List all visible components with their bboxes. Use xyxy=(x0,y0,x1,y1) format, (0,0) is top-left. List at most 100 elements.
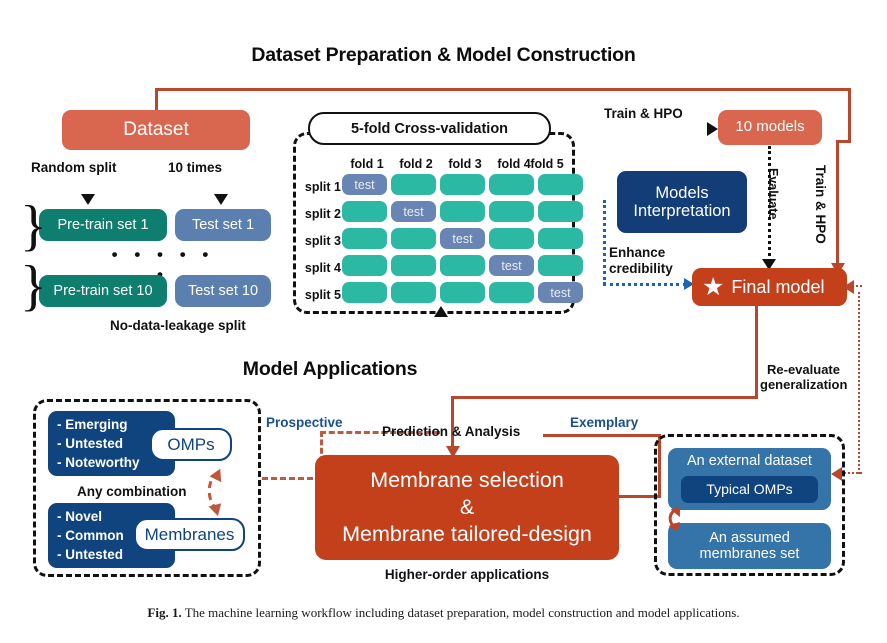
cross-validation-pill: 5-fold Cross-validation xyxy=(308,112,551,145)
no-leakage-riser xyxy=(439,316,442,340)
any-combination-arrows-icon xyxy=(207,468,222,517)
omps-tag-1: - Untested xyxy=(57,436,124,451)
enhance-dotted-vertical xyxy=(603,200,606,285)
sets-brace-upper: } xyxy=(20,195,47,257)
train-hpo-arrow-line xyxy=(575,127,709,130)
any-combination-label: Any combination xyxy=(77,484,187,499)
test-set-1-box[interactable]: Test set 1 xyxy=(175,209,271,241)
exemplary-line-top xyxy=(543,434,661,438)
figure-caption-label: Fig. 1. xyxy=(147,605,182,620)
application-line-1: Membrane selection xyxy=(370,468,564,493)
train-hpo-arrowhead xyxy=(707,122,718,136)
cv-cell-train xyxy=(391,282,436,303)
application-line-3: Membrane tailored-design xyxy=(342,521,592,546)
enhance-credibility-line-1: Enhance xyxy=(609,245,666,260)
membranes-tag-0: - Novel xyxy=(57,509,103,524)
reevaluate-arrowhead-final xyxy=(843,280,854,294)
cv-cell-test: test xyxy=(538,282,583,303)
cv-cell-train xyxy=(391,228,436,249)
no-leakage-bar xyxy=(103,339,442,342)
fold-header-1: fold 2 xyxy=(399,157,433,171)
reevaluate-dotted-vertical xyxy=(858,292,860,474)
omps-tag-0: - Emerging xyxy=(57,417,128,432)
ten-models-box[interactable]: 10 models xyxy=(718,110,822,145)
cv-cell-train xyxy=(489,228,534,249)
omps-tag-2: - Noteworthy xyxy=(57,455,140,470)
train-hpo-right-label: Train & HPO xyxy=(813,165,828,244)
fold-header-2: fold 3 xyxy=(448,157,482,171)
final-to-apps-vertical xyxy=(755,306,759,399)
red-route-stub-up xyxy=(155,88,159,110)
reevaluate-line-2: generalization xyxy=(760,377,848,392)
red-route-down-to-final xyxy=(836,140,840,265)
reevaluate-line-1: Re-evaluate xyxy=(767,362,840,377)
cv-cell-train xyxy=(538,174,583,195)
section-title-top: Dataset Preparation & Model Construction xyxy=(251,44,636,66)
evaluate-label: Evaluate xyxy=(766,168,780,220)
figure-caption: Fig. 1. The machine learning workflow in… xyxy=(0,605,887,621)
models-interpretation-line-2: Interpretation xyxy=(633,202,731,220)
red-route-right xyxy=(848,88,852,140)
models-interpretation-box[interactable]: Models Interpretation xyxy=(617,171,747,233)
ten-times-label: 10 times xyxy=(168,160,223,175)
cv-cell-train xyxy=(391,255,436,276)
external-pairing-arrows-icon xyxy=(668,506,681,532)
membranes-tag-2: - Untested xyxy=(57,547,124,562)
higher-order-applications-label: Higher-order applications xyxy=(384,567,550,582)
random-split-label: Random split xyxy=(31,160,117,175)
cv-cell-train xyxy=(440,201,485,222)
typical-omps-box[interactable]: Typical OMPs xyxy=(681,476,818,503)
pretrain-set-10-box[interactable]: Pre-train set 10 xyxy=(39,275,167,307)
cv-cell-train xyxy=(342,201,387,222)
assumed-membranes-box[interactable]: An assumed membranes set xyxy=(668,523,831,569)
cv-cell-train xyxy=(342,282,387,303)
cv-cell-test: test xyxy=(391,201,436,222)
assumed-membranes-line-1: An assumed xyxy=(709,529,790,546)
cv-cell-train xyxy=(391,174,436,195)
split-label-2: split 3 xyxy=(304,234,341,248)
prospective-label: Prospective xyxy=(266,415,343,430)
cv-cell-train xyxy=(489,282,534,303)
final-model-box[interactable]: ★ Final model xyxy=(692,268,847,306)
pretrain-set-1-box[interactable]: Pre-train set 1 xyxy=(39,209,167,241)
models-interpretation-line-1: Models xyxy=(655,183,709,202)
red-route-top xyxy=(155,88,851,92)
fold-header-0: fold 1 xyxy=(350,157,384,171)
dataset-box[interactable]: Dataset xyxy=(62,110,250,150)
split-label-0: split 1 xyxy=(304,180,341,194)
cv-cell-train xyxy=(440,255,485,276)
figure-caption-text: The machine learning workflow including … xyxy=(184,605,740,620)
final-model-label: Final model xyxy=(731,276,825,297)
train-hpo-top-label: Train & HPO xyxy=(604,106,683,121)
cv-cell-train xyxy=(538,255,583,276)
cv-cell-train xyxy=(489,201,534,222)
cv-cell-train xyxy=(342,255,387,276)
fold-header-4: fold 5 xyxy=(530,157,564,171)
final-to-apps-down xyxy=(451,396,455,448)
split-label-1: split 2 xyxy=(304,207,341,221)
test-set-10-box[interactable]: Test set 10 xyxy=(175,275,271,307)
membranes-tag-1: - Common xyxy=(57,528,124,543)
dataset-fork-left-arrow xyxy=(81,194,95,205)
cv-cell-train xyxy=(342,228,387,249)
dataset-fork-right-arrow xyxy=(214,194,228,205)
prospective-dashed-bottom xyxy=(262,477,322,480)
final-to-apps-horizontal xyxy=(451,396,758,400)
cv-cell-test: test xyxy=(440,228,485,249)
cv-cell-train xyxy=(440,174,485,195)
star-icon: ★ xyxy=(702,272,725,301)
cv-cell-train xyxy=(538,228,583,249)
application-line-2: & xyxy=(459,495,475,520)
exemplary-label: Exemplary xyxy=(570,415,639,430)
enhance-dotted-horizontal xyxy=(603,283,686,286)
cv-cell-test: test xyxy=(489,255,534,276)
no-leakage-label: No-data-leakage split xyxy=(110,318,246,333)
cv-cell-train xyxy=(489,174,534,195)
no-leakage-stem xyxy=(103,307,106,342)
omps-label-pill[interactable]: OMPs xyxy=(150,428,232,461)
external-dataset-label: An external dataset xyxy=(687,453,812,469)
membrane-application-box[interactable]: Membrane selection & Membrane tailored-d… xyxy=(315,455,619,560)
membranes-label-pill[interactable]: Membranes xyxy=(134,518,245,551)
split-label-4: split 5 xyxy=(304,288,341,302)
figure-canvas: Dataset Preparation & Model Construction… xyxy=(0,0,887,643)
